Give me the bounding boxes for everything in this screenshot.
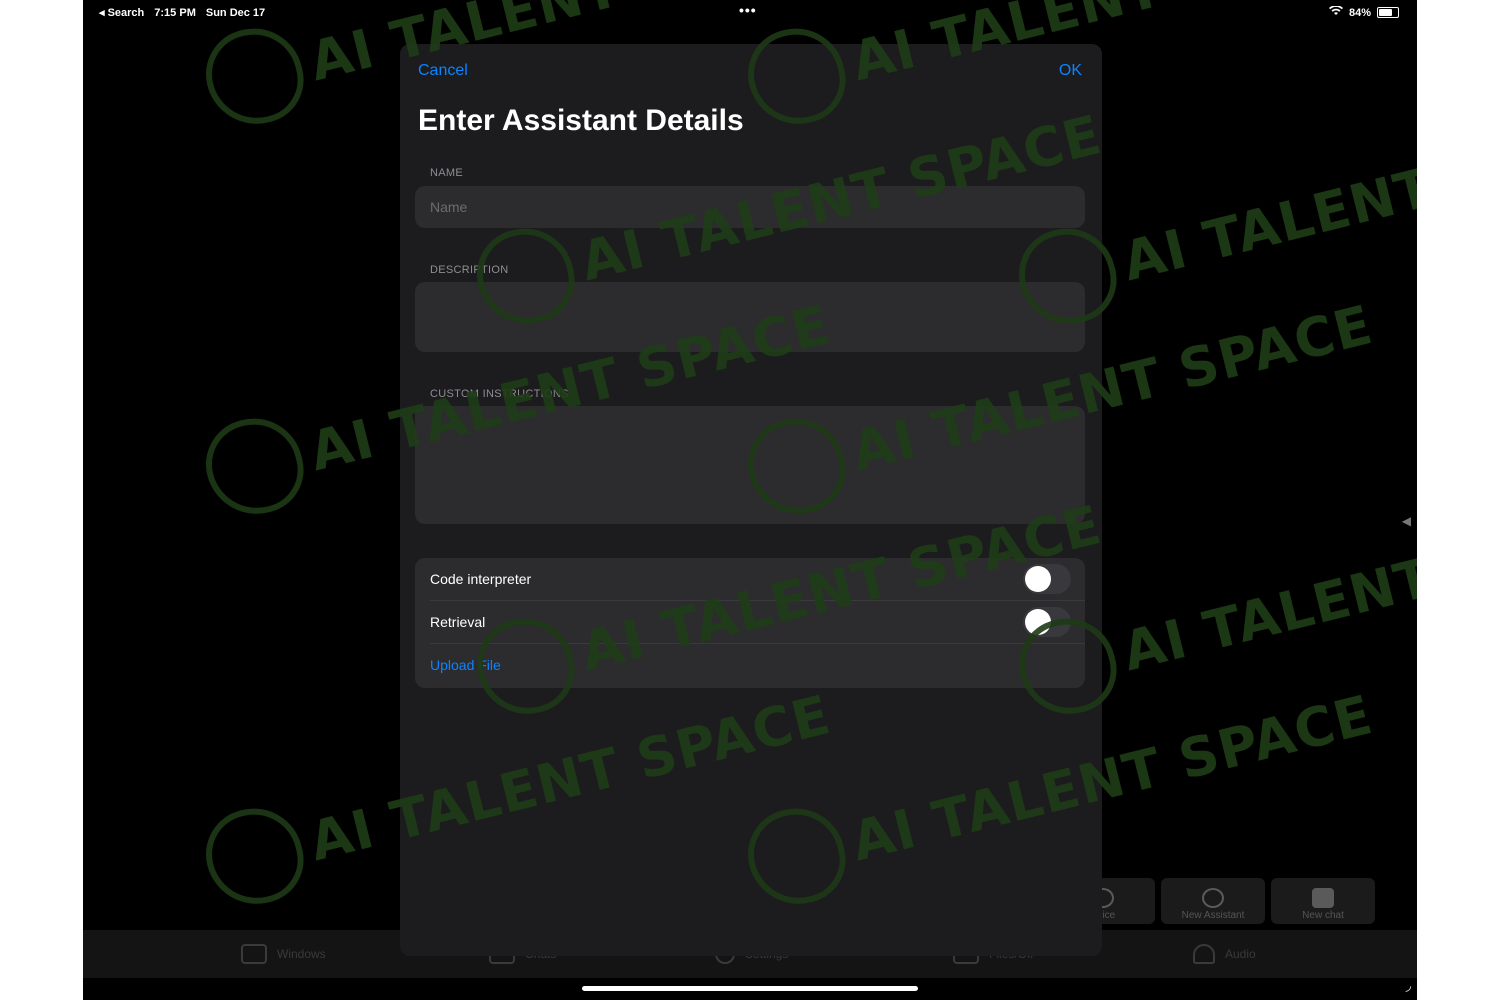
brain-logo-icon: [196, 408, 313, 525]
back-to-search-link[interactable]: ◂ Search: [99, 6, 144, 19]
wifi-icon: [1328, 5, 1343, 19]
sheet-title: Enter Assistant Details: [418, 104, 744, 137]
new-assistant-button[interactable]: New Assistant: [1161, 878, 1265, 924]
status-bar: ◂ Search 7:15 PM Sun Dec 17 ••• 84%: [83, 0, 1417, 24]
toggle-knob: [1025, 609, 1051, 635]
toggle-knob: [1025, 566, 1051, 592]
retrieval-toggle[interactable]: [1023, 607, 1071, 637]
chat-icon: [1312, 888, 1334, 908]
code-interpreter-toggle[interactable]: [1023, 564, 1071, 594]
capabilities-group: Code interpreter Retrieval Upload File: [415, 558, 1085, 688]
description-input[interactable]: [415, 282, 1085, 352]
corner-resize-icon: ◞: [1405, 977, 1411, 993]
new-chat-button[interactable]: New chat: [1271, 878, 1375, 924]
status-time: 7:15 PM: [154, 6, 196, 19]
status-date: Sun Dec 17: [205, 6, 266, 19]
cancel-button[interactable]: Cancel: [418, 62, 468, 80]
battery-icon: [1377, 7, 1399, 18]
custom-instructions-label: CUSTOM INSTRUCTIONS: [430, 388, 569, 400]
upload-file-button[interactable]: Upload File: [430, 657, 501, 673]
ok-button[interactable]: OK: [1059, 62, 1082, 80]
divider: [430, 643, 1085, 644]
tab-windows[interactable]: Windows: [241, 944, 326, 964]
name-input[interactable]: [415, 186, 1085, 228]
battery-percent: 84%: [1348, 6, 1371, 19]
home-indicator[interactable]: [582, 986, 918, 991]
brain-logo-icon: [196, 798, 313, 915]
multitasking-dots[interactable]: •••: [739, 2, 757, 18]
battery-fill: [1379, 9, 1392, 16]
assistant-details-sheet: Cancel OK Enter Assistant Details NAME D…: [400, 44, 1102, 956]
code-interpreter-label: Code interpreter: [430, 571, 532, 587]
assistant-icon: [1202, 888, 1224, 908]
headphones-icon: [1193, 944, 1215, 964]
retrieval-row: Retrieval: [415, 601, 1085, 644]
windows-icon: [241, 944, 267, 964]
retrieval-label: Retrieval: [430, 614, 486, 630]
ipad-screen: ◂ Search 7:15 PM Sun Dec 17 ••• 84% Wind…: [83, 0, 1417, 1000]
code-interpreter-row: Code interpreter: [415, 558, 1085, 601]
description-label: DESCRIPTION: [430, 264, 509, 276]
brain-logo-icon: [196, 18, 313, 135]
tab-audio[interactable]: Audio: [1193, 944, 1256, 964]
side-panel-arrow-icon[interactable]: ◀: [1402, 514, 1411, 528]
name-label: NAME: [430, 167, 463, 179]
custom-instructions-input[interactable]: [415, 406, 1085, 524]
